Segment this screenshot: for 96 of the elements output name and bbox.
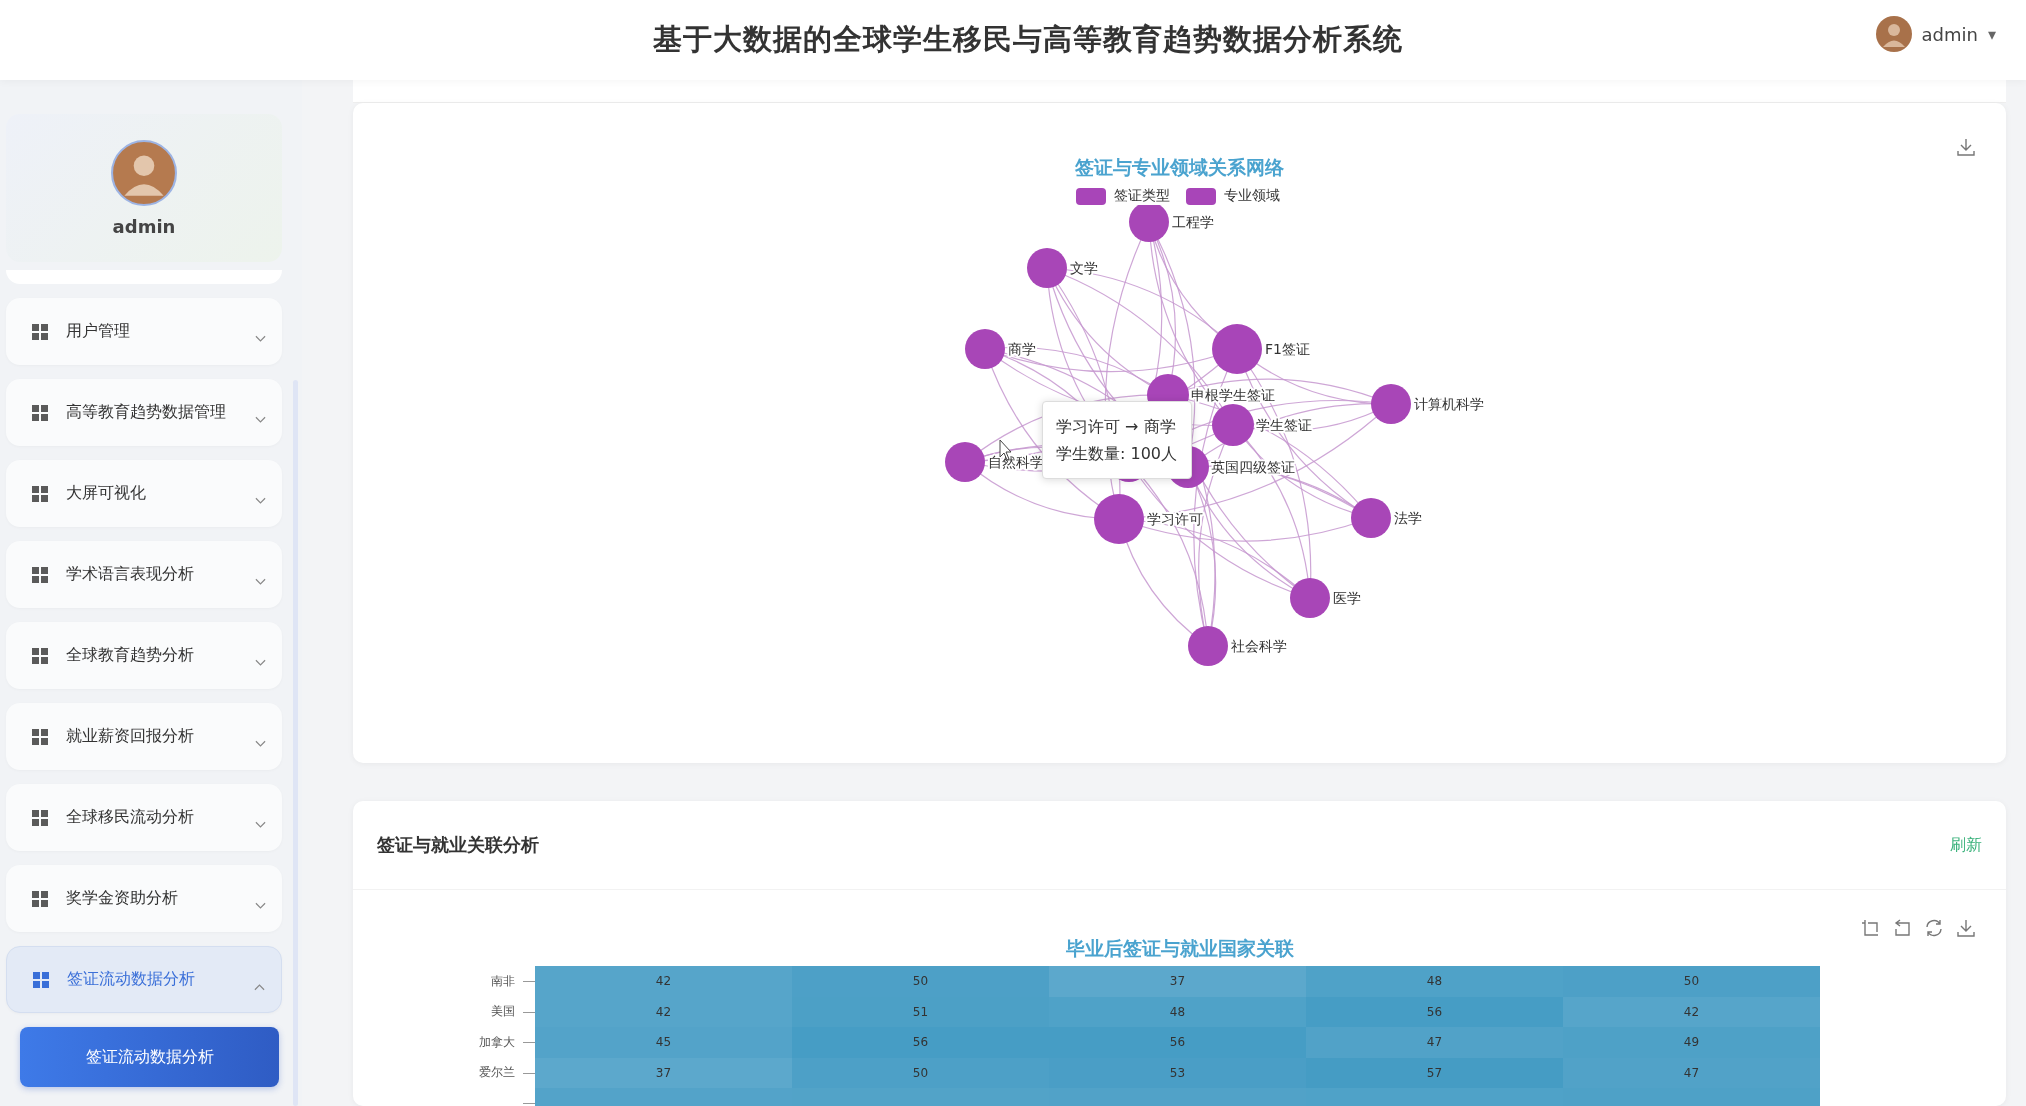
chart-title: 毕业后签证与就业国家关联: [1064, 936, 1295, 961]
menu-item[interactable]: 用户管理: [6, 298, 282, 365]
tooltip-text: 学生数量: 100人: [1056, 443, 1178, 465]
heatmap-cell[interactable]: 37: [1049, 966, 1306, 997]
node-label: 学生签证: [1256, 417, 1312, 433]
legend-label[interactable]: 专业领域: [1222, 187, 1282, 205]
grid-icon: [32, 647, 48, 664]
node-label: F1签证: [1265, 341, 1310, 357]
node-label: 社会科学: [1231, 638, 1287, 654]
graph-node[interactable]: [1371, 384, 1411, 424]
graph-node[interactable]: [1212, 324, 1262, 374]
tooltip-text: 学习许可 → 商学: [1056, 416, 1177, 438]
chart-title: 签证与专业领域关系网络: [1073, 155, 1285, 180]
avatar-icon: [111, 139, 177, 206]
menu-item[interactable]: 学术语言表现分析: [6, 541, 282, 608]
menu-item[interactable]: 全球移民流动分析: [6, 784, 282, 851]
heatmap-cell[interactable]: 51: [792, 996, 1049, 1027]
legend-swatch[interactable]: [1186, 187, 1216, 205]
heatmap-cell[interactable]: 53: [1049, 1057, 1306, 1088]
graph-node[interactable]: [1212, 404, 1254, 446]
refresh-link[interactable]: 刷新: [1950, 834, 1982, 856]
grid-icon: [32, 485, 48, 502]
graph-node[interactable]: [945, 442, 985, 482]
grid-icon: [33, 971, 49, 988]
menu-item[interactable]: 奖学金资助分析: [6, 865, 282, 932]
graph-node[interactable]: [1290, 578, 1330, 618]
menu-item[interactable]: 大屏可视化: [6, 460, 282, 527]
grid-icon: [32, 728, 48, 745]
grid-icon: [32, 566, 48, 583]
node-label: 计算机科学: [1414, 396, 1484, 412]
chevron-icon: [255, 901, 266, 910]
legend-label[interactable]: 签证类型: [1112, 187, 1172, 205]
grid-icon: [32, 809, 48, 826]
card-title: 签证与就业关联分析: [377, 833, 539, 857]
heatmap-cell[interactable]: 47: [1306, 1027, 1563, 1058]
heatmap-cell[interactable]: 47: [1563, 1057, 1820, 1088]
menu-item[interactable]: 就业薪资回报分析: [6, 703, 282, 770]
download-icon[interactable]: [1956, 918, 1976, 938]
node-label: 商学: [1008, 341, 1036, 357]
node-label: 工程学: [1172, 214, 1214, 230]
heatmap-cell[interactable]: 37: [535, 1057, 792, 1088]
profile-name: admin: [112, 215, 176, 237]
heatmap-cell[interactable]: 50: [792, 966, 1049, 997]
refresh-icon[interactable]: [1924, 918, 1944, 938]
grid-icon: [32, 890, 48, 907]
legend-swatch[interactable]: [1076, 187, 1106, 205]
axis-label: 美国: [490, 1003, 516, 1021]
graph-node[interactable]: [965, 329, 1005, 369]
node-label: 医学: [1333, 590, 1361, 606]
axis-label: 爱尔兰: [478, 1064, 516, 1082]
chevron-icon: [255, 334, 266, 343]
heatmap-cell[interactable]: 56: [1049, 1027, 1306, 1058]
node-label: 文学: [1070, 260, 1098, 276]
grid-icon: [32, 404, 48, 421]
chevron-icon: [255, 739, 266, 748]
heatmap-cell[interactable]: 48: [1049, 996, 1306, 1027]
chevron-icon: [255, 415, 266, 424]
heatmap-cell[interactable]: 50: [1563, 966, 1820, 997]
node-label: 法学: [1394, 510, 1422, 526]
menu-item[interactable]: 高等教育趋势数据管理: [6, 379, 282, 446]
graph-node[interactable]: [1351, 498, 1391, 538]
download-icon[interactable]: [1956, 137, 1976, 157]
axis-label: 南非: [490, 972, 516, 990]
axis-label: 加拿大: [478, 1033, 516, 1051]
caret-icon[interactable]: ▾: [1987, 24, 1996, 44]
heatmap-cell[interactable]: 45: [535, 1027, 792, 1058]
heatmap-cell[interactable]: 48: [1306, 966, 1563, 997]
heatmap-cell[interactable]: 42: [535, 996, 792, 1027]
node-label: 英国四级签证: [1211, 459, 1295, 475]
heatmap-cell[interactable]: 57: [1306, 1057, 1563, 1088]
heatmap-cell[interactable]: 56: [1306, 996, 1563, 1027]
graph-node[interactable]: [1129, 202, 1169, 242]
heatmap-cell[interactable]: 49: [1563, 1027, 1820, 1058]
grid-icon: [32, 323, 48, 340]
graph-node[interactable]: [1027, 248, 1067, 288]
app-title: 基于大数据的全球学生移民与高等教育趋势数据分析系统: [653, 21, 1403, 58]
graph-node[interactable]: [1188, 626, 1228, 666]
node-label: 申根学生签证: [1191, 387, 1275, 403]
menu-item[interactable]: 全球教育趋势分析: [6, 622, 282, 689]
avatar-icon[interactable]: [1875, 16, 1912, 52]
heatmap-cell[interactable]: 42: [535, 966, 792, 997]
submenu-item[interactable]: 签证流动数据分析: [20, 1027, 279, 1087]
heatmap-cell[interactable]: 50: [792, 1057, 1049, 1088]
chevron-icon: [255, 820, 266, 829]
chevron-icon: [255, 496, 266, 505]
chevron-icon: [254, 982, 265, 991]
undo-icon[interactable]: [1892, 918, 1912, 938]
heatmap-cell[interactable]: 42: [1563, 996, 1820, 1027]
node-label: 学习许可: [1147, 511, 1203, 527]
chevron-icon: [255, 658, 266, 667]
user-name[interactable]: admin: [1921, 23, 1978, 45]
menu-item[interactable]: 签证流动数据分析: [6, 946, 282, 1013]
zoom-icon[interactable]: [1860, 918, 1880, 938]
chevron-icon: [255, 577, 266, 586]
heatmap-cell[interactable]: 56: [792, 1027, 1049, 1058]
graph-node[interactable]: [1094, 494, 1144, 544]
